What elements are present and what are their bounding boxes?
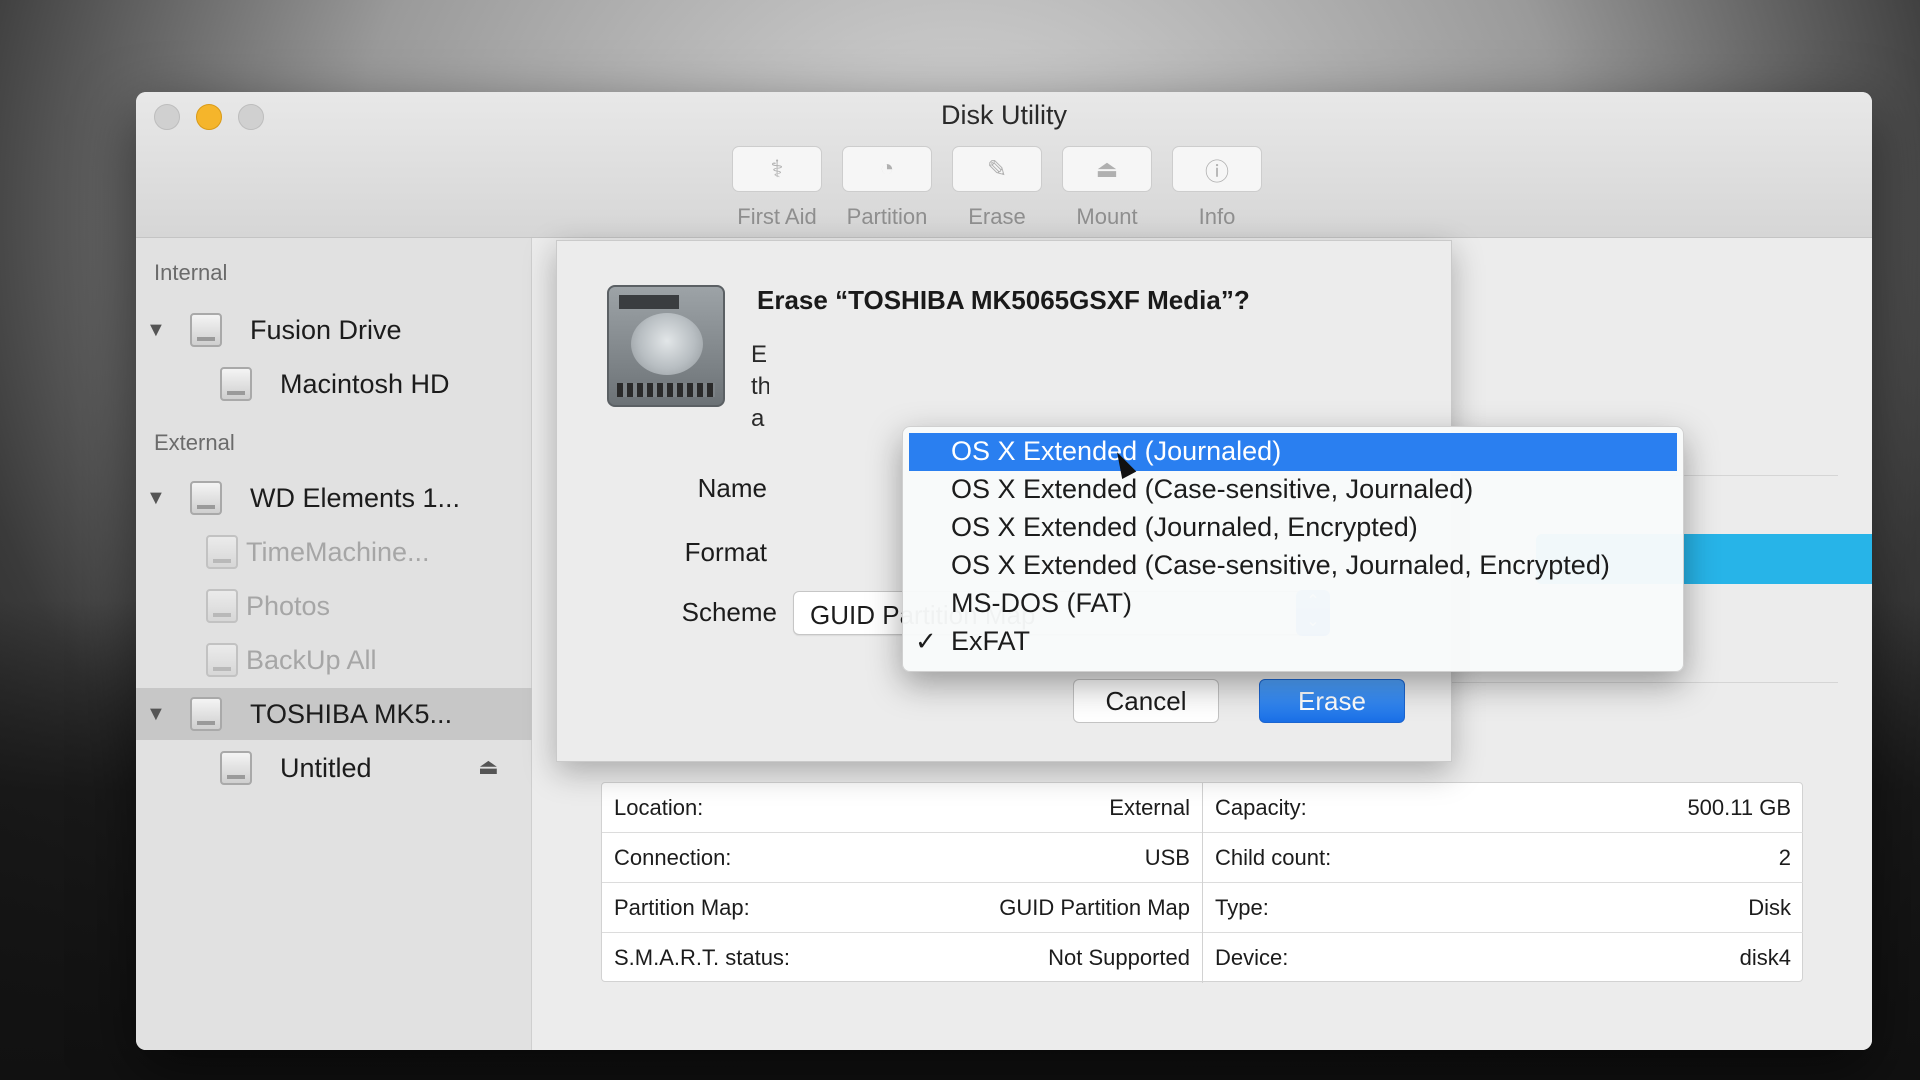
sheet-description: E th a: [751, 341, 769, 432]
erase-label: Erase: [968, 204, 1026, 229]
menu-item-label: OS X Extended (Case-sensitive, Journaled…: [951, 474, 1474, 504]
first-aid-label: First Aid: [737, 204, 817, 229]
info-row: Type: Disk: [1203, 883, 1803, 933]
toolbar: ⚕ First Aid ◔ Partition ✎ Erase ⏏ Mount …: [732, 146, 1262, 230]
disk-info-table: Location: External Connection: USB Parti…: [601, 782, 1803, 983]
erase-button[interactable]: Erase: [1259, 679, 1405, 723]
disclosure-triangle-icon[interactable]: ▼: [146, 319, 166, 342]
info-value: 2: [1778, 845, 1791, 870]
menu-item-label: ExFAT: [951, 626, 1031, 656]
sidebar-item-toshiba[interactable]: ▼ TOSHIBA MK5...: [136, 688, 532, 740]
format-dropdown-menu[interactable]: OS X Extended (Journaled) OS X Extended …: [902, 426, 1684, 672]
volume-icon: [220, 751, 252, 785]
info-value: 500.11 GB: [1687, 795, 1791, 820]
pie-chart-icon[interactable]: ◔: [842, 146, 932, 192]
partition-tool[interactable]: ◔ Partition: [842, 146, 932, 230]
sidebar-item-label: Fusion Drive: [250, 315, 402, 345]
hard-drive-icon: [607, 285, 725, 407]
sidebar-item-fusion-drive[interactable]: ▼ Fusion Drive: [136, 304, 532, 356]
mount-label: Mount: [1076, 204, 1138, 229]
info-value: GUID Partition Map: [999, 895, 1190, 920]
volume-icon: [206, 589, 238, 623]
sidebar-item-label: Photos: [246, 591, 331, 621]
info-tool[interactable]: ⓘ Info: [1172, 146, 1262, 230]
section-internal: Internal: [154, 260, 228, 285]
sidebar-item-label: Untitled: [280, 753, 372, 783]
disk-icon: [190, 697, 222, 731]
sheet-title: Erase “TOSHIBA MK5065GSXF Media”?: [757, 285, 1250, 315]
info-row: Partition Map: GUID Partition Map: [602, 883, 1202, 933]
info-row: Capacity: 500.11 GB: [1203, 783, 1803, 833]
first-aid-tool[interactable]: ⚕ First Aid: [732, 146, 822, 230]
menu-item-label: MS-DOS (FAT): [951, 588, 1132, 618]
sidebar-item-label: Macintosh HD: [280, 369, 450, 399]
info-key: Child count:: [1215, 845, 1332, 870]
sidebar-item-timemachine[interactable]: TimeMachine...: [136, 526, 532, 578]
info-row: Device: disk4: [1203, 933, 1803, 983]
sidebar-item-label: TOSHIBA MK5...: [250, 699, 453, 729]
info-key: Location:: [614, 795, 704, 820]
sidebar-item-label: BackUp All: [246, 645, 377, 675]
info-key: Type:: [1215, 895, 1269, 920]
sidebar-item-backup-all[interactable]: BackUp All: [136, 634, 532, 686]
menu-item-osx-journaled[interactable]: OS X Extended (Journaled): [909, 433, 1677, 471]
sidebar-item-wd-elements[interactable]: ▼ WD Elements 1...: [136, 472, 532, 524]
menu-item-osx-encrypted[interactable]: OS X Extended (Journaled, Encrypted): [909, 509, 1677, 547]
menu-item-ms-dos-fat[interactable]: MS-DOS (FAT): [909, 585, 1677, 623]
sidebar-item-photos[interactable]: Photos: [136, 580, 532, 632]
section-external: External: [154, 430, 235, 455]
cancel-button[interactable]: Cancel: [1073, 679, 1219, 723]
sidebar: Internal ▼ Fusion Drive Macintosh HD Ext…: [136, 238, 532, 1050]
info-label: Info: [1198, 204, 1236, 229]
sidebar-item-macintosh-hd[interactable]: Macintosh HD: [136, 358, 532, 410]
sidebar-item-untitled[interactable]: Untitled ⏏: [136, 742, 532, 794]
info-key: Partition Map:: [614, 895, 750, 920]
name-label: Name: [697, 473, 767, 503]
menu-item-exfat[interactable]: ✓ ExFAT: [909, 623, 1677, 661]
volume-icon: [220, 367, 252, 401]
disk-utility-window: Disk Utility ⚕ First Aid ◔ Partition ✎ E…: [136, 92, 1872, 1050]
info-key: Connection:: [614, 845, 732, 870]
stethoscope-icon[interactable]: ⚕: [732, 146, 822, 192]
scheme-label: Scheme: [681, 597, 777, 627]
mount-tool[interactable]: ⏏ Mount: [1062, 146, 1152, 230]
volume-icon: [206, 535, 238, 569]
info-key: Capacity:: [1215, 795, 1307, 820]
sidebar-item-label: WD Elements 1...: [250, 483, 461, 513]
info-value: disk4: [1739, 945, 1791, 970]
mount-icon[interactable]: ⏏: [1062, 146, 1152, 192]
title-bar: Disk Utility ⚕ First Aid ◔ Partition ✎ E…: [136, 92, 1872, 238]
volume-icon: [206, 643, 238, 677]
info-key: S.M.A.R.T. status:: [614, 945, 791, 970]
info-value: Not Supported: [1048, 945, 1190, 970]
disclosure-triangle-icon[interactable]: ▼: [146, 487, 166, 510]
info-column-left: Location: External Connection: USB Parti…: [602, 783, 1202, 983]
menu-item-osx-case-sensitive[interactable]: OS X Extended (Case-sensitive, Journaled…: [909, 471, 1677, 509]
erase-tool[interactable]: ✎ Erase: [952, 146, 1042, 230]
window-title: Disk Utility: [941, 100, 1067, 130]
menu-item-osx-case-sensitive-encrypted[interactable]: OS X Extended (Case-sensitive, Journaled…: [909, 547, 1677, 585]
info-column-right: Capacity: 500.11 GB Child count: 2 Type:…: [1202, 783, 1803, 983]
partition-label: Partition: [846, 204, 928, 229]
info-row: Connection: USB: [602, 833, 1202, 883]
info-value: Disk: [1748, 895, 1791, 920]
disk-icon: [190, 481, 222, 515]
eraser-icon[interactable]: ✎: [952, 146, 1042, 192]
format-label: Format: [684, 537, 767, 567]
menu-item-label: OS X Extended (Journaled, Encrypted): [951, 512, 1418, 542]
info-icon[interactable]: ⓘ: [1172, 146, 1262, 192]
info-value: USB: [1144, 845, 1190, 870]
disk-icon: [190, 313, 222, 347]
info-row: Location: External: [602, 783, 1202, 833]
eject-icon[interactable]: ⏏: [478, 754, 499, 780]
info-value: External: [1109, 795, 1190, 820]
menu-item-label: OS X Extended (Case-sensitive, Journaled…: [951, 550, 1610, 580]
info-row: S.M.A.R.T. status: Not Supported: [602, 933, 1202, 983]
info-key: Device:: [1215, 945, 1289, 970]
disclosure-triangle-icon[interactable]: ▼: [146, 703, 166, 726]
info-row: Child count: 2: [1203, 833, 1803, 883]
checkmark-icon: ✓: [915, 626, 937, 656]
sidebar-item-label: TimeMachine...: [246, 537, 430, 567]
